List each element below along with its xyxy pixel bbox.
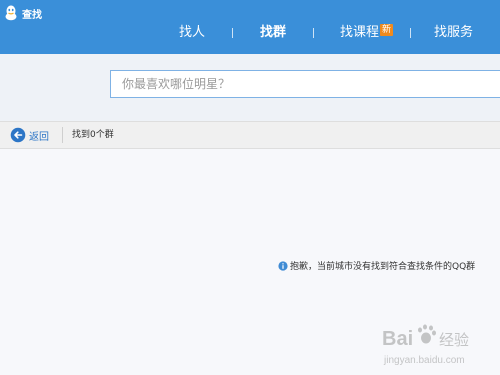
tab-separator	[410, 28, 411, 38]
search-input[interactable]	[110, 70, 500, 98]
tab-label: 找服务	[434, 25, 474, 40]
tab-find-courses[interactable]: 找课程新	[340, 20, 394, 46]
qq-penguin-icon	[4, 5, 18, 21]
tab-find-groups[interactable]: 找群	[260, 20, 286, 46]
back-button[interactable]: 返回	[10, 127, 49, 143]
info-icon	[278, 260, 288, 271]
search-area	[0, 54, 500, 121]
app-title: 查找	[4, 5, 42, 21]
window-title: 查找	[22, 9, 42, 21]
baidu-jingyan-watermark: Bai 经验 jingyan.baidu.com	[380, 319, 495, 369]
watermark-url: jingyan.baidu.com	[383, 355, 465, 366]
tab-label: 找课程	[340, 25, 380, 40]
tab-separator	[232, 28, 233, 38]
svg-text:Bai: Bai	[382, 328, 413, 350]
back-arrow-icon	[10, 127, 26, 143]
result-count: 找到0个群	[72, 130, 114, 140]
empty-message-text: 抱歉，当前城市没有找到符合查找条件的QQ群	[290, 262, 476, 272]
tab-label: 找群	[260, 25, 287, 40]
title-bar: 查找 找人 找群 找课程新 找服务	[0, 0, 500, 54]
tab-separator	[313, 28, 314, 38]
empty-message: 抱歉，当前城市没有找到符合查找条件的QQ群	[278, 259, 475, 272]
tab-find-people[interactable]: 找人	[179, 20, 205, 46]
back-label: 返回	[29, 131, 49, 143]
tab-find-services[interactable]: 找服务	[434, 20, 473, 46]
tab-label: 找人	[179, 25, 206, 40]
new-badge: 新	[380, 24, 394, 36]
results-toolbar: 返回 找到0个群	[0, 121, 500, 149]
toolbar-separator	[62, 127, 63, 143]
svg-text:经验: 经验	[439, 331, 469, 349]
tab-bar: 找人 找群 找课程新 找服务	[0, 20, 500, 46]
